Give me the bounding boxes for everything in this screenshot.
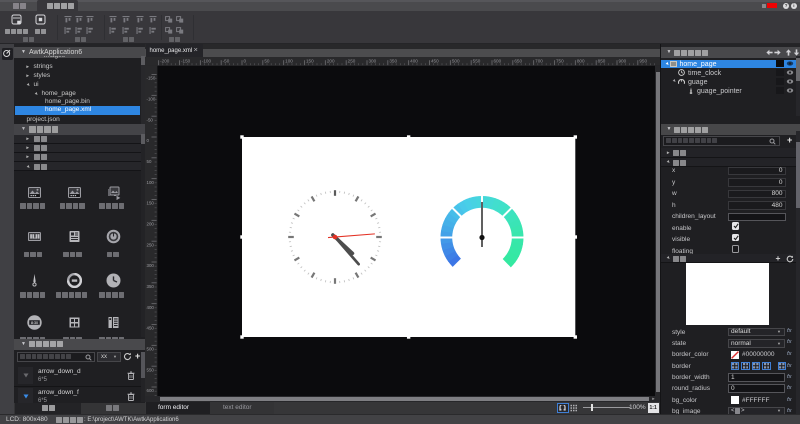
svg-text:50: 50 <box>264 59 270 64</box>
svg-text:-150: -150 <box>181 59 191 64</box>
svg-text:950: 950 <box>639 59 647 64</box>
svg-text:450: 450 <box>147 326 155 331</box>
svg-text:50: 50 <box>147 159 152 164</box>
svg-text:150: 150 <box>306 59 314 64</box>
svg-text:200: 200 <box>147 222 155 227</box>
svg-text:800: 800 <box>577 59 585 64</box>
svg-text:-100: -100 <box>147 97 156 102</box>
svg-text:-100: -100 <box>202 59 212 64</box>
svg-text:550: 550 <box>473 59 481 64</box>
svg-text:500: 500 <box>452 59 460 64</box>
svg-text:8:30: 8:30 <box>31 320 38 324</box>
svg-text:600: 600 <box>494 59 502 64</box>
svg-text:300: 300 <box>369 59 377 64</box>
svg-text:100: 100 <box>285 59 293 64</box>
svg-text:650: 650 <box>514 59 522 64</box>
svg-text:700: 700 <box>535 59 543 64</box>
svg-text:900: 900 <box>619 59 627 64</box>
svg-text:750: 750 <box>556 59 564 64</box>
svg-text:400: 400 <box>147 305 155 310</box>
svg-text:-50: -50 <box>147 117 154 122</box>
svg-text:350: 350 <box>389 59 397 64</box>
svg-text:500: 500 <box>147 347 155 352</box>
svg-text:-200: -200 <box>160 59 170 64</box>
svg-text:-150: -150 <box>147 76 156 81</box>
svg-text:400: 400 <box>410 59 418 64</box>
svg-text:200: 200 <box>327 59 335 64</box>
svg-text:250: 250 <box>348 59 356 64</box>
svg-text:550: 550 <box>147 367 155 372</box>
svg-text:350: 350 <box>147 284 155 289</box>
svg-text:250: 250 <box>147 242 155 247</box>
svg-text:150: 150 <box>147 201 155 206</box>
svg-text:300: 300 <box>147 263 155 268</box>
svg-text:-50: -50 <box>223 59 230 64</box>
svg-text:600: 600 <box>147 388 155 393</box>
svg-text:450: 450 <box>431 59 439 64</box>
svg-text:850: 850 <box>598 59 606 64</box>
svg-text:0: 0 <box>244 59 247 64</box>
svg-text:100: 100 <box>147 180 155 185</box>
